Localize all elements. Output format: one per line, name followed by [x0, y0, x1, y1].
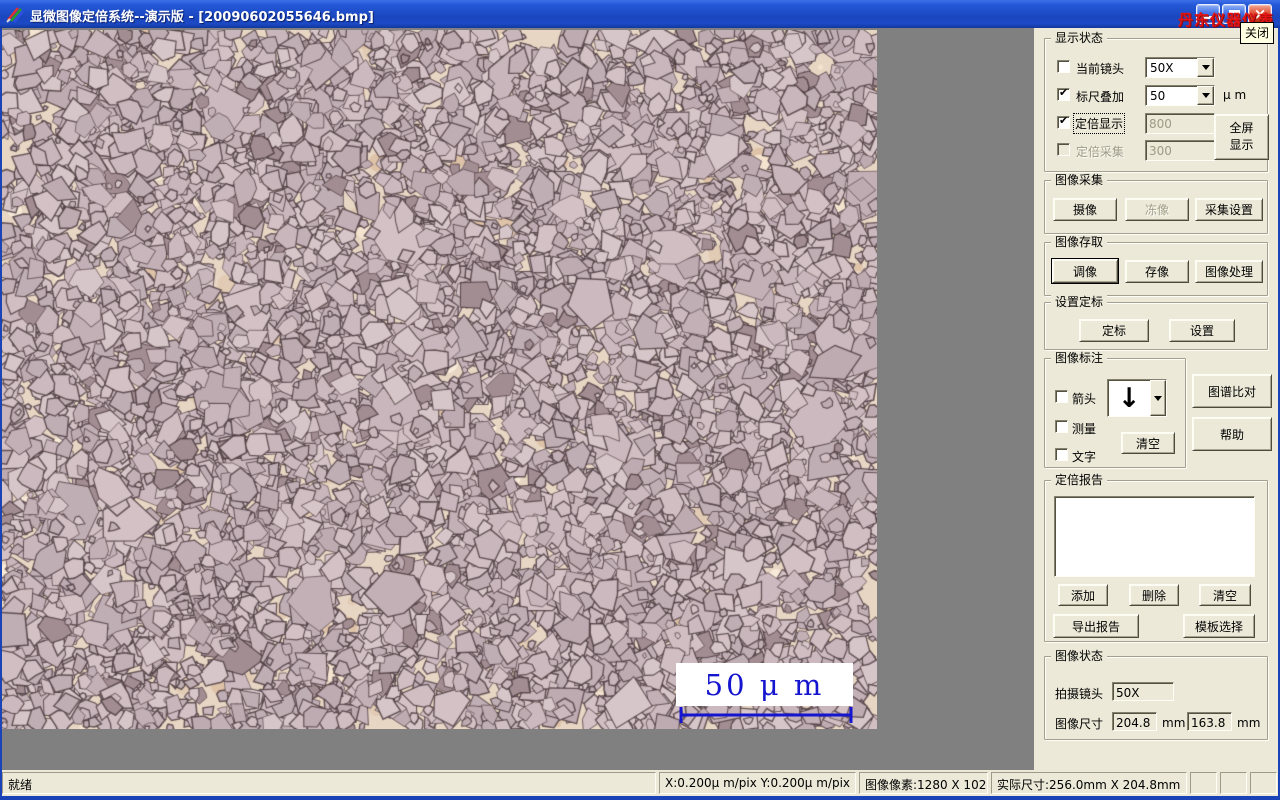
report-clear-button[interactable]: 清空: [1199, 584, 1251, 606]
help-button[interactable]: 帮助: [1192, 417, 1272, 451]
report-listbox[interactable]: [1054, 496, 1255, 577]
group-display-status: 显示状态 当前镜头 50X 标尺叠加 50 μ m 定倍显示 800 定倍采集 …: [1044, 31, 1269, 172]
ruler-overlay-label: 标尺叠加: [1076, 90, 1125, 104]
current-lens-label: 当前镜头: [1076, 62, 1125, 76]
image-size-label: 图像尺寸: [1055, 717, 1104, 731]
app-icon: [6, 7, 24, 23]
arrow-checkbox[interactable]: [1055, 390, 1068, 403]
fixed-display-checkbox[interactable]: [1057, 114, 1070, 129]
window-border-left: [0, 28, 2, 800]
capture-settings-button[interactable]: 采集设置: [1195, 198, 1263, 221]
group-annotation-legend: 图像标注: [1051, 351, 1108, 365]
fullscreen-button[interactable]: 全屏 显示: [1214, 114, 1269, 160]
group-image-status-legend: 图像状态: [1051, 649, 1108, 663]
group-image-storage-legend: 图像存取: [1051, 235, 1108, 249]
calibrate-button[interactable]: 定标: [1079, 319, 1149, 342]
arrow-style-dropdown-button[interactable]: [1150, 380, 1166, 416]
status-empty-1: [1190, 772, 1217, 794]
fixed-capture-label: 定倍采集: [1076, 145, 1125, 159]
image-width-unit: mm: [1162, 716, 1186, 730]
control-panel: 显示状态 当前镜头 50X 标尺叠加 50 μ m 定倍显示 800 定倍采集 …: [1034, 28, 1278, 770]
annotation-clear-button[interactable]: 清空: [1121, 432, 1175, 454]
status-ready: 就绪: [2, 772, 656, 794]
group-report-legend: 定倍报告: [1051, 473, 1108, 487]
group-display-status-legend: 显示状态: [1051, 31, 1108, 45]
text-checkbox[interactable]: [1055, 448, 1068, 461]
image-height-unit: mm: [1237, 716, 1261, 730]
microscope-image[interactable]: [2, 30, 877, 729]
image-height-field: 163.8: [1187, 712, 1232, 731]
current-lens-dropdown-button[interactable]: [1197, 58, 1214, 77]
chevron-down-icon: [1201, 93, 1210, 98]
chevron-down-icon: [1154, 395, 1162, 401]
text-label: 文字: [1072, 450, 1097, 464]
chevron-down-icon: [1201, 65, 1210, 70]
group-image-capture-legend: 图像采集: [1051, 173, 1108, 187]
status-bar: 就绪 X:0.200μ m/pix Y:0.200μ m/pix 图像像素:12…: [2, 770, 1278, 796]
group-annotation: 图像标注 箭头 ↓ 测量 文字 清空: [1044, 351, 1186, 468]
measure-label: 测量: [1072, 422, 1097, 436]
lens-value-field: 50X: [1112, 682, 1174, 701]
window-title: 显微图像定倍系统--演示版 - [20090602055646.bmp]: [30, 10, 374, 25]
group-image-capture: 图像采集 摄像 冻像 采集设置: [1044, 173, 1268, 234]
status-actual-size: 实际尺寸:256.0mm X 204.8mm: [991, 772, 1187, 794]
fixed-display-input[interactable]: 800: [1145, 113, 1215, 134]
fixed-capture-input[interactable]: 300: [1145, 140, 1215, 161]
scale-bar-label: 50 μ m: [676, 663, 853, 706]
group-calibration-legend: 设置定标: [1051, 295, 1108, 309]
group-report: 定倍报告 添加 删除 清空 导出报告 模板选择: [1044, 473, 1268, 642]
ruler-overlay-checkbox[interactable]: [1057, 86, 1070, 101]
status-scale-xy: X:0.200μ m/pix Y:0.200μ m/pix: [659, 772, 856, 794]
fixed-display-label: 定倍显示: [1072, 113, 1126, 134]
shoot-button[interactable]: 摄像: [1053, 198, 1117, 221]
ruler-size-combo[interactable]: 50: [1145, 85, 1215, 106]
close-tooltip: 关闭: [1240, 22, 1275, 44]
group-calibration: 设置定标 定标 设置: [1044, 295, 1268, 350]
status-empty-3: [1250, 772, 1277, 794]
down-arrow-icon: ↓: [1117, 382, 1141, 414]
fixed-capture-checkbox[interactable]: [1057, 143, 1070, 156]
current-lens-value: 50X: [1150, 61, 1174, 75]
status-empty-2: [1220, 772, 1247, 794]
ruler-unit-label: μ m: [1223, 88, 1247, 102]
freeze-button[interactable]: 冻像: [1125, 198, 1189, 221]
group-image-status: 图像状态 拍摄镜头 50X 图像尺寸 204.8 mm 163.8 mm: [1044, 649, 1268, 740]
status-image-pixels: 图像像素:1280 X 1024: [859, 772, 988, 794]
title-bar: 显微图像定倍系统--演示版 - [20090602055646.bmp] ×: [0, 0, 1280, 28]
export-report-button[interactable]: 导出报告: [1053, 614, 1139, 638]
current-lens-checkbox[interactable]: [1057, 60, 1070, 73]
arrow-label: 箭头: [1072, 392, 1097, 406]
scale-bar-line: [679, 707, 853, 723]
lens-label: 拍摄镜头: [1055, 687, 1104, 701]
atlas-compare-button[interactable]: 图谱比对: [1192, 374, 1272, 408]
image-workspace: 50 μ m: [2, 28, 1034, 770]
report-delete-button[interactable]: 删除: [1129, 584, 1179, 606]
load-image-button[interactable]: 调像: [1052, 259, 1118, 283]
group-image-storage: 图像存取 调像 存像 图像处理: [1044, 235, 1268, 296]
template-select-button[interactable]: 模板选择: [1183, 614, 1255, 638]
arrow-style-combo[interactable]: ↓: [1107, 379, 1167, 417]
ruler-size-dropdown-button[interactable]: [1197, 86, 1214, 105]
image-width-field: 204.8: [1112, 712, 1157, 731]
measure-checkbox[interactable]: [1055, 420, 1068, 433]
report-add-button[interactable]: 添加: [1058, 584, 1108, 606]
save-image-button[interactable]: 存像: [1125, 260, 1189, 283]
current-lens-combo[interactable]: 50X: [1145, 57, 1215, 78]
image-process-button[interactable]: 图像处理: [1195, 260, 1263, 283]
ruler-size-value: 50: [1150, 89, 1166, 103]
calibration-setup-button[interactable]: 设置: [1169, 319, 1235, 342]
window-border-bottom: [0, 796, 1280, 800]
